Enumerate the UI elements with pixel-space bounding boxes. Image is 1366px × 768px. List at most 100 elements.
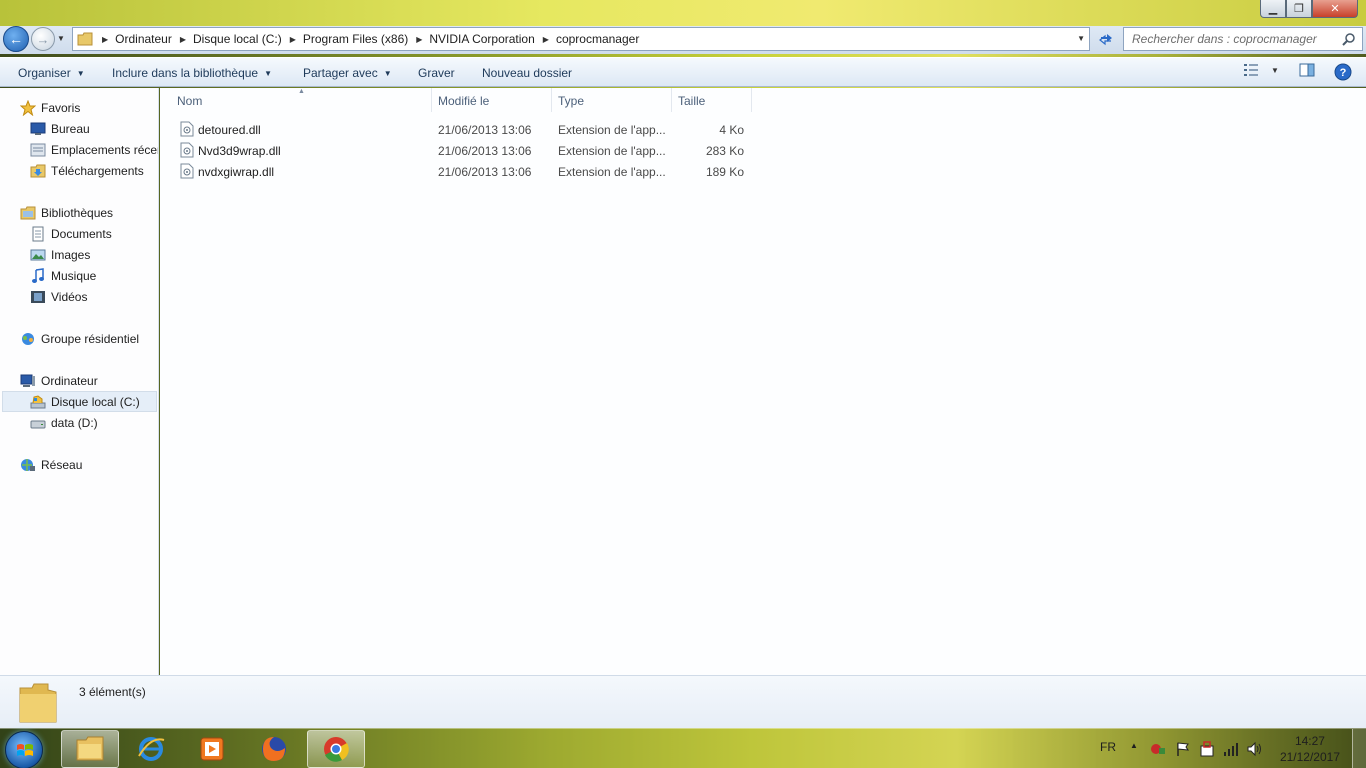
- column-divider[interactable]: [431, 88, 432, 112]
- column-header-type[interactable]: Type: [558, 94, 584, 108]
- preview-pane-button[interactable]: [1299, 63, 1315, 77]
- burn-button[interactable]: Graver: [418, 66, 455, 80]
- nav-downloads-label: Téléchargements: [51, 163, 144, 178]
- breadcrumb-program-files[interactable]: Program Files (x86): [303, 32, 408, 46]
- taskbar-firefox[interactable]: [245, 730, 303, 768]
- nav-network[interactable]: Réseau: [0, 454, 158, 475]
- address-row: ← → ▼ ▶ Ordinateur ▶ Disque local (C:) ▶…: [0, 26, 1366, 54]
- dll-file-icon: [180, 121, 194, 137]
- details-pane: 3 élément(s): [0, 675, 1366, 728]
- breadcrumb-separator-icon[interactable]: ▶: [543, 35, 549, 44]
- start-button[interactable]: [5, 731, 43, 768]
- breadcrumb-separator-icon[interactable]: ▶: [180, 35, 186, 44]
- breadcrumb-coprocmanager[interactable]: coprocmanager: [556, 32, 639, 46]
- help-icon: ?: [1334, 63, 1352, 81]
- new-folder-button[interactable]: Nouveau dossier: [482, 66, 572, 80]
- desktop-icon: [30, 122, 46, 135]
- nav-videos[interactable]: Vidéos: [0, 286, 158, 307]
- breadcrumb-ordinateur[interactable]: Ordinateur: [115, 32, 172, 46]
- nav-bureau-label: Bureau: [51, 121, 90, 136]
- file-size: 283 Ko: [705, 144, 744, 158]
- nav-recent-places-label: Emplacements récents: [51, 142, 158, 157]
- breadcrumb-nvidia-corporation[interactable]: NVIDIA Corporation: [429, 32, 534, 46]
- chevron-down-icon: ▼: [76, 68, 85, 78]
- show-desktop-button[interactable]: [1352, 729, 1366, 768]
- search-input[interactable]: [1132, 32, 1332, 46]
- table-row[interactable]: nvdxgiwrap.dll 21/06/2013 13:06 Extensio…: [176, 161, 756, 182]
- nav-favorites[interactable]: Favoris: [0, 97, 158, 118]
- view-details-icon: [1244, 64, 1258, 76]
- column-header-size[interactable]: Taille: [678, 94, 705, 108]
- language-indicator[interactable]: FR: [1100, 740, 1116, 754]
- address-bar[interactable]: ▶ Ordinateur ▶ Disque local (C:) ▶ Progr…: [72, 27, 1090, 51]
- nav-homegroup[interactable]: Groupe résidentiel: [0, 328, 158, 349]
- tray-overflow-icon[interactable]: ▲: [1130, 741, 1138, 750]
- chevron-down-icon[interactable]: ▼: [1271, 66, 1279, 75]
- nav-downloads[interactable]: Téléchargements: [0, 160, 158, 181]
- taskbar: FR ▲ 14:27 21/12/2017: [0, 728, 1366, 768]
- clock-date: 21/12/2017: [1279, 750, 1340, 764]
- breadcrumb-separator-icon[interactable]: ▶: [416, 35, 422, 44]
- minimize-button[interactable]: ▁: [1260, 0, 1286, 18]
- forward-button[interactable]: →: [31, 27, 55, 51]
- organize-menu[interactable]: Organiser ▼: [18, 66, 85, 80]
- nav-music-label: Musique: [51, 268, 97, 283]
- taskbar-chrome[interactable]: [307, 730, 365, 768]
- action-center-flag-icon[interactable]: [1175, 741, 1191, 757]
- maximize-button[interactable]: ❐: [1286, 0, 1312, 18]
- explorer-icon: [76, 736, 104, 761]
- close-button[interactable]: ✕: [1312, 0, 1358, 18]
- column-divider[interactable]: [551, 88, 552, 112]
- nav-images[interactable]: Images: [0, 244, 158, 265]
- clock[interactable]: 14:27 21/12/2017: [1280, 733, 1340, 765]
- column-header-modified[interactable]: Modifié le: [438, 94, 489, 108]
- refresh-button[interactable]: [1094, 27, 1118, 51]
- table-row[interactable]: detoured.dll 21/06/2013 13:06 Extension …: [176, 119, 756, 140]
- back-button[interactable]: ←: [3, 26, 29, 52]
- window-controls: ▁ ❐ ✕: [1260, 0, 1358, 18]
- libraries-icon: [20, 206, 36, 219]
- chevron-down-icon: ▼: [383, 68, 392, 78]
- nav-local-disk-c-label: Disque local (C:): [51, 394, 140, 409]
- share-with-menu[interactable]: Partager avec ▼: [303, 66, 392, 80]
- nav-bureau[interactable]: Bureau: [0, 118, 158, 139]
- nav-documents[interactable]: Documents: [0, 223, 158, 244]
- nav-documents-label: Documents: [51, 226, 112, 241]
- include-library-label: Inclure dans la bibliothèque: [112, 66, 259, 80]
- tray-app-icon[interactable]: [1150, 741, 1166, 757]
- videos-icon: [31, 290, 45, 303]
- file-name: Nvd3d9wrap.dll: [198, 144, 281, 158]
- breadcrumb-separator-icon[interactable]: ▶: [290, 35, 296, 44]
- preview-pane-icon: [1299, 63, 1315, 77]
- file-list: ▲ Nom Modifié le Type Taille detoured.dl…: [160, 88, 1366, 675]
- breadcrumb-disque-local[interactable]: Disque local (C:): [193, 32, 282, 46]
- column-divider[interactable]: [751, 88, 752, 112]
- taskbar-explorer[interactable]: [61, 730, 119, 768]
- nav-local-disk-c[interactable]: Disque local (C:): [2, 391, 157, 412]
- nav-libraries[interactable]: Bibliothèques: [0, 202, 158, 223]
- help-button[interactable]: ?: [1334, 63, 1352, 81]
- change-view-button[interactable]: ▼: [1243, 63, 1279, 77]
- burn-label: Graver: [418, 66, 455, 80]
- nav-data-d[interactable]: data (D:): [0, 412, 158, 433]
- table-row[interactable]: Nvd3d9wrap.dll 21/06/2013 13:06 Extensio…: [176, 140, 756, 161]
- nav-computer[interactable]: Ordinateur: [0, 370, 158, 391]
- network-signal-icon[interactable]: [1223, 741, 1239, 757]
- breadcrumb-separator-icon[interactable]: ▶: [102, 35, 108, 44]
- recent-pages-dropdown-icon[interactable]: ▼: [57, 34, 65, 43]
- taskbar-internet-explorer[interactable]: [122, 730, 180, 768]
- tray-security-icon[interactable]: [1199, 741, 1215, 757]
- include-library-menu[interactable]: Inclure dans la bibliothèque ▼: [112, 66, 272, 80]
- taskbar-media-player[interactable]: [183, 730, 241, 768]
- address-dropdown-icon[interactable]: ▼: [1077, 34, 1085, 43]
- navigation-pane: Favoris Bureau Emplacements récents Télé…: [0, 88, 159, 675]
- column-divider[interactable]: [671, 88, 672, 112]
- media-player-icon: [200, 737, 224, 761]
- nav-homegroup-label: Groupe résidentiel: [41, 331, 140, 346]
- file-type: Extension de l'app...: [558, 123, 666, 137]
- nav-music[interactable]: Musique: [0, 265, 158, 286]
- nav-recent-places[interactable]: Emplacements récents: [0, 139, 158, 160]
- column-header-name[interactable]: Nom: [177, 94, 202, 108]
- volume-icon[interactable]: [1247, 741, 1263, 757]
- search-icon[interactable]: [1342, 32, 1356, 46]
